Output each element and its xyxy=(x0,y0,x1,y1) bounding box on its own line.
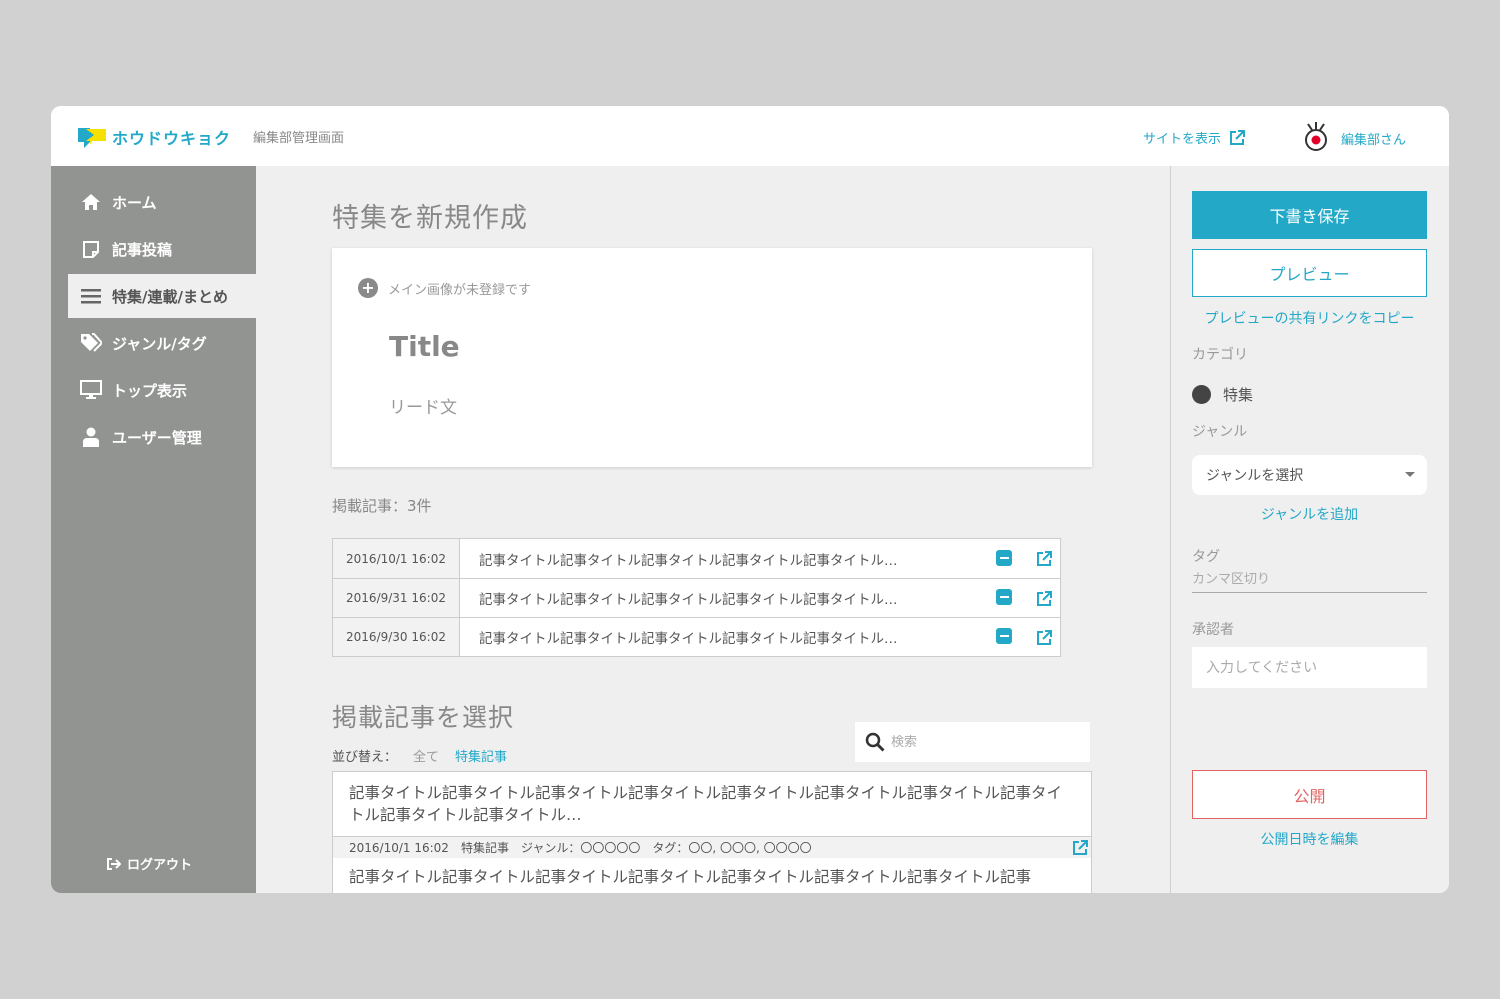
logout-icon xyxy=(107,857,121,870)
table-row: 2016/10/1 16:02 記事タイトル記事タイトル記事タイトル記事タイトル… xyxy=(333,539,1060,578)
edit-publish-date-link[interactable]: 公開日時を編集 xyxy=(1192,829,1427,849)
logout-label: ログアウト xyxy=(127,858,193,873)
external-link-icon[interactable] xyxy=(1072,839,1089,856)
article-title[interactable]: 記事タイトル記事タイトル記事タイトル記事タイトル記事タイトル… xyxy=(460,618,1028,656)
selected-articles-table: 2016/10/1 16:02 記事タイトル記事タイトル記事タイトル記事タイトル… xyxy=(332,538,1061,657)
table-row: 2016/9/31 16:02 記事タイトル記事タイトル記事タイトル記事タイトル… xyxy=(333,578,1060,617)
add-main-image-button[interactable]: + メイン画像が未登録です xyxy=(358,278,531,298)
remove-article-button[interactable] xyxy=(996,550,1012,566)
approver-label: 承認者 xyxy=(1192,622,1234,638)
caret-down-icon xyxy=(1405,472,1415,477)
sort-controls: 並び替え： 全て 特集記事 xyxy=(332,746,507,765)
view-site-label: サイトを表示 xyxy=(1143,132,1222,147)
sidebar-item-label: ホーム xyxy=(112,193,157,212)
publish-button[interactable]: 公開 xyxy=(1192,770,1427,819)
user-icon xyxy=(80,426,102,448)
admin-window: ホウドウキョク 編集部管理画面 サイトを表示 編集部さん ホーム 記事投稿 特集… xyxy=(51,106,1449,893)
minus-icon xyxy=(999,596,1009,598)
sort-all-option[interactable]: 全て xyxy=(413,746,439,765)
external-link-icon xyxy=(1230,130,1246,145)
main-content: 特集を新規作成 + メイン画像が未登録です Title リード文 掲載記事：3件… xyxy=(256,166,1170,893)
category-value: 特集 xyxy=(1223,386,1254,404)
image-prompt-label: メイン画像が未登録です xyxy=(388,282,532,298)
sort-feature-option[interactable]: 特集記事 xyxy=(455,746,507,765)
sidebar-item-label: 記事投稿 xyxy=(112,240,173,259)
category-label: カテゴリ xyxy=(1192,347,1248,363)
logo[interactable]: ホウドウキョク xyxy=(78,125,231,149)
approver-input[interactable] xyxy=(1192,647,1427,688)
sidebar-item-home[interactable]: ホーム xyxy=(68,180,256,224)
search-box xyxy=(855,722,1090,762)
add-genre-link[interactable]: ジャンルを追加 xyxy=(1192,504,1427,524)
article-date: 2016/9/31 16:02 xyxy=(333,579,460,617)
header-subtitle: 編集部管理画面 xyxy=(253,131,345,146)
view-site-link[interactable]: サイトを表示 xyxy=(1143,128,1246,147)
minus-icon xyxy=(999,635,1009,637)
feature-header-card: + メイン画像が未登録です Title リード文 xyxy=(332,248,1092,467)
external-link-icon[interactable] xyxy=(1028,539,1060,578)
result-date: 2016/10/1 16:02 xyxy=(349,840,449,855)
tag-icon xyxy=(80,332,102,354)
remove-article-button[interactable] xyxy=(996,589,1012,605)
genre-label: ジャンル xyxy=(1192,424,1248,440)
sidebar-item-label: トップ表示 xyxy=(112,381,188,400)
article-count: 掲載記事：3件 xyxy=(332,497,432,515)
minus-icon xyxy=(999,557,1009,559)
select-articles-title: 掲載記事を選択 xyxy=(332,703,515,732)
page-title: 特集を新規作成 xyxy=(332,203,528,234)
note-icon xyxy=(80,238,102,260)
genre-select[interactable]: ジャンルを選択 xyxy=(1192,455,1427,495)
category-radio[interactable]: 特集 xyxy=(1192,384,1253,405)
top-header: ホウドウキョク 編集部管理画面 サイトを表示 編集部さん xyxy=(51,106,1449,166)
result-genre: ジャンル：〇〇〇〇〇 xyxy=(520,841,641,855)
result-type: 特集記事 xyxy=(460,841,509,855)
save-draft-button[interactable]: 下書き保存 xyxy=(1192,191,1427,239)
list-item: 記事タイトル記事タイトル記事タイトル記事タイトル記事タイトル記事タイトル記事タイ… xyxy=(332,858,1092,893)
tag-label: タグ xyxy=(1192,549,1220,565)
external-link-icon[interactable] xyxy=(1028,579,1060,617)
sort-label: 並び替え： xyxy=(332,750,398,765)
right-panel: 下書き保存 プレビュー プレビューの共有リンクをコピー カテゴリ 特集 ジャンル… xyxy=(1170,166,1449,893)
radio-dot-icon xyxy=(1192,385,1211,404)
result-meta: 2016/10/1 16:02 特集記事 ジャンル：〇〇〇〇〇 タグ：〇〇, 〇… xyxy=(333,836,1091,858)
logout-button[interactable]: ログアウト xyxy=(107,854,192,873)
genre-select-value: ジャンルを選択 xyxy=(1206,468,1304,484)
logo-mark-icon xyxy=(78,126,106,148)
result-title[interactable]: 記事タイトル記事タイトル記事タイトル記事タイトル記事タイトル記事タイトル記事タイ… xyxy=(333,858,1091,893)
search-input[interactable] xyxy=(891,734,1081,750)
list-icon xyxy=(80,285,102,307)
sidebar-item-label: ユーザー管理 xyxy=(112,428,202,447)
tag-input[interactable] xyxy=(1192,567,1427,593)
article-date: 2016/9/30 16:02 xyxy=(333,618,460,656)
remove-article-button[interactable] xyxy=(996,628,1012,644)
plus-icon: + xyxy=(358,278,378,298)
sidebar-item-top-display[interactable]: トップ表示 xyxy=(68,368,256,412)
article-title[interactable]: 記事タイトル記事タイトル記事タイトル記事タイトル記事タイトル… xyxy=(460,579,1028,617)
logo-text: ホウドウキョク xyxy=(112,129,232,148)
sidebar-item-label: 特集/連載/まとめ xyxy=(112,287,228,306)
result-tags: タグ：〇〇, 〇〇〇, 〇〇〇〇 xyxy=(652,841,812,855)
user-name[interactable]: 編集部さん xyxy=(1341,129,1406,148)
lead-field[interactable]: リード文 xyxy=(389,393,1069,418)
preview-button[interactable]: プレビュー xyxy=(1192,249,1427,297)
result-title[interactable]: 記事タイトル記事タイトル記事タイトル記事タイトル記事タイトル記事タイトル記事タイ… xyxy=(333,772,1091,836)
list-item: 記事タイトル記事タイトル記事タイトル記事タイトル記事タイトル記事タイトル記事タイ… xyxy=(332,771,1092,859)
sidebar-item-post[interactable]: 記事投稿 xyxy=(68,227,256,271)
home-icon xyxy=(80,191,102,213)
sidebar-item-users[interactable]: ユーザー管理 xyxy=(68,415,256,459)
sidebar: ホーム 記事投稿 特集/連載/まとめ ジャンル/タグ トップ表示 ユーザー管理 … xyxy=(51,166,256,893)
title-field[interactable]: Title xyxy=(389,330,1069,363)
table-row: 2016/9/30 16:02 記事タイトル記事タイトル記事タイトル記事タイトル… xyxy=(333,617,1060,656)
external-link-icon[interactable] xyxy=(1028,618,1060,656)
copy-preview-link[interactable]: プレビューの共有リンクをコピー xyxy=(1192,308,1427,328)
sidebar-item-genre-tag[interactable]: ジャンル/タグ xyxy=(68,321,256,365)
article-title[interactable]: 記事タイトル記事タイトル記事タイトル記事タイトル記事タイトル… xyxy=(460,539,1028,578)
sidebar-item-features[interactable]: 特集/連載/まとめ xyxy=(68,274,256,318)
avatar[interactable] xyxy=(1302,122,1330,152)
article-date: 2016/10/1 16:02 xyxy=(333,539,460,578)
search-icon xyxy=(865,732,885,752)
sidebar-item-label: ジャンル/タグ xyxy=(112,334,207,353)
monitor-icon xyxy=(80,379,102,401)
